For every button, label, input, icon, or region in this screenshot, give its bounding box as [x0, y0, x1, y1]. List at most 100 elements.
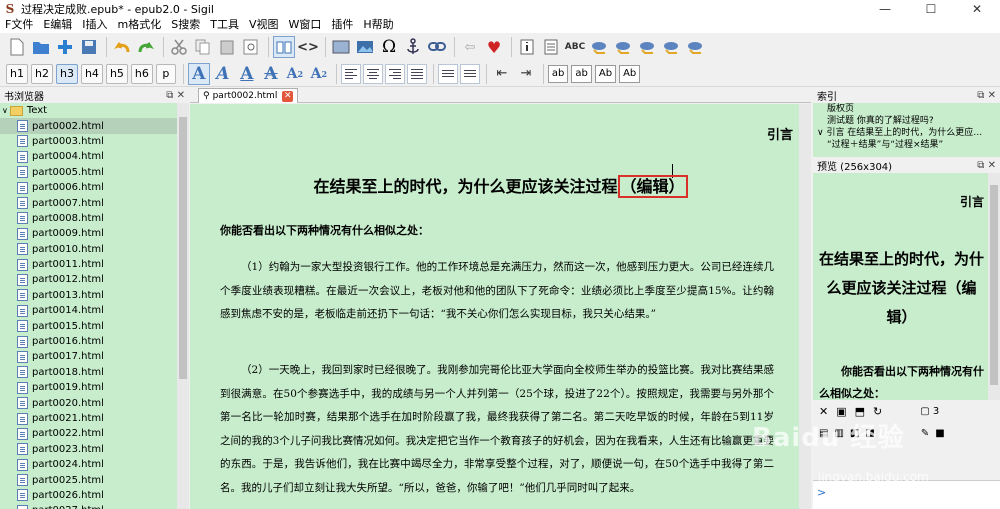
italic-icon[interactable]: A: [212, 63, 234, 85]
file-item[interactable]: part0018.html: [0, 365, 189, 380]
uppercase-button[interactable]: ab: [571, 64, 592, 83]
insert-link-icon[interactable]: [426, 36, 448, 58]
find-icon[interactable]: [240, 36, 262, 58]
heading-h4-button[interactable]: h4: [80, 63, 103, 84]
file-item[interactable]: part0019.html: [0, 380, 189, 395]
index-item[interactable]: 测试题 你真的了解过程吗?: [813, 115, 1000, 127]
increase-indent-icon[interactable]: ⇥: [515, 63, 537, 85]
panel-controls[interactable]: ⧉ ✕: [166, 90, 185, 101]
file-item[interactable]: part0011.html: [0, 257, 189, 272]
heading-h6-button[interactable]: h6: [130, 63, 153, 84]
paragraph-button[interactable]: p: [155, 63, 176, 84]
titlecase-button[interactable]: Ab: [594, 64, 617, 83]
close-tab-icon[interactable]: ✕: [282, 90, 294, 102]
align-right-icon[interactable]: [384, 63, 405, 84]
redo-icon[interactable]: [135, 36, 157, 58]
file-item[interactable]: part0024.html: [0, 457, 189, 472]
file-item[interactable]: part0025.html: [0, 472, 189, 487]
code-view-icon[interactable]: <>: [297, 36, 319, 58]
menu-help[interactable]: H帮助: [358, 17, 398, 33]
lowercase-button[interactable]: ab: [547, 64, 569, 83]
back-arrow-icon[interactable]: ⇦: [459, 36, 481, 58]
inspect-icon[interactable]: ▣: [836, 405, 846, 418]
file-item[interactable]: part0021.html: [0, 411, 189, 426]
menu-plugins[interactable]: 插件: [326, 17, 358, 33]
menu-tools[interactable]: T工具: [205, 17, 244, 33]
strikethrough-icon[interactable]: A: [260, 63, 282, 85]
file-item[interactable]: part0003.html: [0, 134, 189, 149]
file-item[interactable]: part0012.html: [0, 272, 189, 287]
book-view-editor[interactable]: 引言 在结果至上的时代，为什么更应该关注过程 （编辑） 你能否看出以下两种情况有什…: [190, 104, 811, 509]
file-item[interactable]: part0014.html: [0, 303, 189, 318]
plugin-1-icon[interactable]: [588, 36, 610, 58]
insert-anchor-icon[interactable]: [402, 36, 424, 58]
plugin-3-icon[interactable]: [636, 36, 658, 58]
insert-image-icon[interactable]: [354, 36, 376, 58]
preview-scrollbar-thumb[interactable]: [990, 185, 998, 385]
copy-icon[interactable]: [192, 36, 214, 58]
heading-h5-button[interactable]: h5: [105, 63, 128, 84]
split-view-icon[interactable]: [330, 36, 352, 58]
index-item[interactable]: “过程＋结果”与“过程×结果”: [813, 139, 1000, 151]
reload-icon[interactable]: ↻: [873, 405, 882, 418]
preview-scrollbar[interactable]: [988, 173, 1000, 400]
chapter-heading[interactable]: 在结果至上的时代，为什么更应该关注过程 （编辑）: [190, 173, 811, 198]
folder-text[interactable]: ∨ Text: [0, 103, 189, 118]
panel-controls[interactable]: ⧉ ✕: [977, 90, 996, 101]
menu-format[interactable]: m格式化: [113, 17, 167, 33]
plugin-2-icon[interactable]: [612, 36, 634, 58]
metadata-icon[interactable]: [540, 36, 562, 58]
maximize-button[interactable]: ☐: [908, 0, 954, 17]
underline-icon[interactable]: A: [236, 63, 258, 85]
align-center-icon[interactable]: [362, 63, 383, 84]
plugin-4-icon[interactable]: [660, 36, 682, 58]
bulleted-list-icon[interactable]: [437, 63, 458, 84]
file-item[interactable]: part0020.html: [0, 395, 189, 410]
file-item[interactable]: part0017.html: [0, 349, 189, 364]
file-item[interactable]: part0023.html: [0, 442, 189, 457]
subscript-icon[interactable]: A2: [284, 63, 306, 85]
file-item[interactable]: part0016.html: [0, 334, 189, 349]
tree-scrollbar[interactable]: [177, 103, 189, 509]
menu-view[interactable]: V视图: [244, 17, 284, 33]
file-item[interactable]: part0009.html: [0, 226, 189, 241]
console-input[interactable]: >: [813, 480, 1000, 509]
align-justify-icon[interactable]: [406, 63, 427, 84]
index-item[interactable]: ∨ 引言 在结果至上的时代，为什么更应…: [813, 127, 1000, 139]
new-file-icon[interactable]: [6, 36, 28, 58]
bold-icon[interactable]: A: [187, 62, 210, 85]
add-item-icon[interactable]: [54, 36, 76, 58]
file-item[interactable]: part0004.html: [0, 149, 189, 164]
minimize-button[interactable]: —: [862, 0, 908, 17]
tab-part0002[interactable]: ⚲ part0002.html ✕: [198, 88, 299, 103]
book-info-icon[interactable]: [516, 36, 538, 58]
undo-icon[interactable]: [111, 36, 133, 58]
chevron-down-icon[interactable]: ∨: [2, 106, 8, 115]
spellcheck-icon[interactable]: ABC: [564, 36, 586, 58]
decrease-indent-icon[interactable]: ⇤: [491, 63, 513, 85]
file-item[interactable]: part0013.html: [0, 288, 189, 303]
heading-h1-button[interactable]: h1: [6, 63, 28, 84]
align-left-icon[interactable]: [340, 63, 361, 84]
color-icon[interactable]: ■: [935, 428, 944, 439]
file-item[interactable]: part0027.html: [0, 503, 189, 509]
numbered-list-icon[interactable]: [459, 63, 480, 84]
cut-icon[interactable]: [168, 36, 190, 58]
file-item[interactable]: part0015.html: [0, 318, 189, 333]
save-icon[interactable]: [78, 36, 100, 58]
special-character-icon[interactable]: Ω: [378, 36, 400, 58]
pencil-icon[interactable]: ✎: [921, 428, 929, 439]
capitalize-button[interactable]: Ab: [619, 64, 641, 83]
paste-icon[interactable]: [216, 36, 238, 58]
panel-controls[interactable]: ⧉ ✕: [977, 160, 996, 171]
open-folder-icon[interactable]: [30, 36, 52, 58]
dock-icon[interactable]: ⬒: [855, 405, 865, 418]
file-item[interactable]: part0002.html: [0, 118, 189, 134]
heading-h3-button[interactable]: h3: [55, 63, 78, 84]
plugin-5-icon[interactable]: [684, 36, 706, 58]
menu-insert[interactable]: I插入: [77, 17, 112, 33]
close-window-button[interactable]: ✕: [954, 0, 1000, 17]
heading-h2-button[interactable]: h2: [30, 63, 53, 84]
file-item[interactable]: part0005.html: [0, 165, 189, 180]
menu-file[interactable]: F文件: [0, 17, 38, 33]
